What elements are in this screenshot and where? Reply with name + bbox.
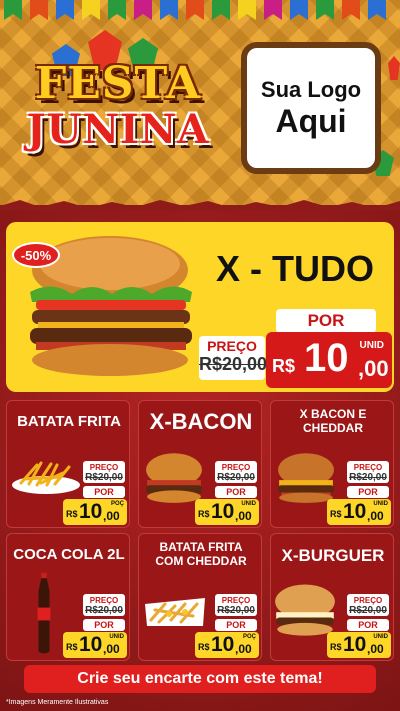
featured-por-label: POR: [276, 309, 376, 333]
old-price-box: PREÇO R$20,00: [347, 594, 389, 616]
old-price: R$20,00: [85, 472, 123, 483]
product-name: X-BURGUER: [281, 546, 385, 565]
preco-label: PREÇO: [353, 463, 383, 472]
featured-price-cents: ,00: [358, 356, 389, 381]
price-cents: ,00: [367, 509, 384, 523]
featured-unit: UNID: [359, 340, 384, 351]
price-box: R$ 10 ,00 POÇ: [63, 499, 127, 525]
unit: UNID: [109, 634, 124, 640]
currency: R$: [198, 509, 210, 519]
unit: POÇ: [242, 634, 256, 640]
unit: UNID: [241, 501, 256, 507]
price-cents: ,00: [235, 509, 252, 523]
bunting-flags-icon: [0, 0, 400, 22]
cheddar-fries-icon: [145, 598, 205, 626]
por-label: POR: [215, 619, 257, 631]
price-int: 10: [211, 500, 235, 523]
price-int: 10: [343, 633, 367, 656]
discount-badge: -50%: [12, 242, 60, 268]
old-price-box: PREÇO R$20,00: [347, 461, 389, 483]
bacon-cheddar-burger-icon: [278, 453, 334, 503]
unit: POÇ: [110, 501, 124, 507]
featured-preco-label: PREÇO: [207, 338, 257, 354]
x-bacon-burger-icon: [146, 453, 202, 503]
currency: R$: [66, 642, 78, 652]
preco-label: PREÇO: [89, 596, 119, 605]
price-int: 10: [79, 500, 103, 523]
price-cents: ,00: [235, 642, 252, 656]
currency: R$: [66, 509, 78, 519]
product-card-x-bacon-cheddar: X BACON E CHEDDAR PREÇO R$20,00 POR R$ 1…: [270, 400, 394, 528]
featured-old-price-box: PREÇO R$20,00: [199, 336, 268, 380]
por-label: POR: [347, 619, 389, 631]
coca-cola-bottle-icon: [37, 572, 51, 654]
old-price: R$20,00: [349, 605, 387, 616]
currency: R$: [330, 509, 342, 519]
x-burguer-burger-icon: [275, 584, 335, 636]
footnote: *Imagens Meramente Ilustrativas: [6, 699, 109, 706]
festa-junina-title: FESTA JUNINA: [18, 62, 218, 150]
currency: R$: [330, 642, 342, 652]
product-card-x-bacon: X-BACON PREÇO R$20,00 POR R$ 10 ,00 UNID: [138, 400, 262, 528]
old-price-box: PREÇO R$20,00: [83, 461, 125, 483]
price-int: 10: [211, 633, 235, 656]
price-box: R$ 10 ,00 UNID: [63, 632, 127, 658]
price-box: R$ 10 ,00 UNID: [327, 499, 391, 525]
product-name: COCA COLA 2L: [13, 546, 125, 563]
old-price: R$20,00: [217, 472, 255, 483]
old-price-box: PREÇO R$20,00: [215, 461, 257, 483]
price-box: R$ 10 ,00 UNID: [195, 499, 259, 525]
old-price: R$20,00: [349, 472, 387, 483]
unit: UNID: [373, 501, 388, 507]
old-price-box: PREÇO R$20,00: [215, 594, 257, 616]
price-box: R$ 10 ,00 UNID: [327, 632, 391, 658]
fries-icon: [12, 461, 80, 494]
featured-price-box: R$ 10 ,00 UNID: [266, 332, 392, 388]
product-card-coca-cola: COCA COLA 2L PREÇO R$20,00 POR R$ 10 ,00…: [6, 533, 130, 661]
currency: R$: [198, 642, 210, 652]
featured-price-int: 10: [304, 336, 349, 380]
featured-currency: R$: [272, 356, 296, 376]
cta-button[interactable]: Crie seu encarte com este tema!: [24, 665, 376, 693]
preco-label: PREÇO: [221, 463, 251, 472]
balloon-lantern-icon: [388, 56, 400, 80]
product-card-batata-frita: BATATA FRITA PREÇO R$20,00 POR R$ 10 ,00…: [6, 400, 130, 528]
header-banner: FESTA JUNINA Sua Logo Aqui: [0, 0, 400, 205]
price-int: 10: [79, 633, 103, 656]
product-card-batata-cheddar: BATATA FRITA COM CHEDDAR PREÇO R$20,00 P…: [138, 533, 262, 661]
product-name: X BACON E CHEDDAR: [299, 407, 367, 435]
price-cents: ,00: [103, 509, 120, 523]
product-name: BATATA FRITA COM CHEDDAR: [155, 540, 247, 568]
por-label: POR: [83, 486, 125, 498]
price-cents: ,00: [367, 642, 384, 656]
logo-text-line-2: Aqui: [275, 102, 347, 139]
preco-label: PREÇO: [353, 596, 383, 605]
old-price: R$20,00: [217, 605, 255, 616]
por-label: POR: [347, 486, 389, 498]
logo-text-line-1: Sua Logo: [260, 76, 362, 102]
unit: UNID: [373, 634, 388, 640]
product-name: X-BACON: [149, 409, 253, 434]
preco-label: PREÇO: [89, 463, 119, 472]
featured-product-name: X - TUDO: [216, 248, 374, 289]
por-label: POR: [83, 619, 125, 631]
por-label: POR: [215, 486, 257, 498]
featured-old-price: R$20,00: [199, 354, 268, 374]
old-price-box: PREÇO R$20,00: [83, 594, 125, 616]
price-cents: ,00: [103, 642, 120, 656]
product-card-x-burguer: X-BURGUER PREÇO R$20,00 POR R$ 10 ,00 UN…: [270, 533, 394, 661]
product-name: BATATA FRITA: [17, 413, 121, 430]
preco-label: PREÇO: [221, 596, 251, 605]
title-line-1: FESTA: [34, 58, 202, 109]
price-int: 10: [343, 500, 367, 523]
title-line-2: JUNINA: [26, 106, 210, 153]
old-price: R$20,00: [85, 605, 123, 616]
price-box: R$ 10 ,00 POÇ: [195, 632, 259, 658]
logo-placeholder: Sua Logo Aqui: [241, 42, 381, 174]
